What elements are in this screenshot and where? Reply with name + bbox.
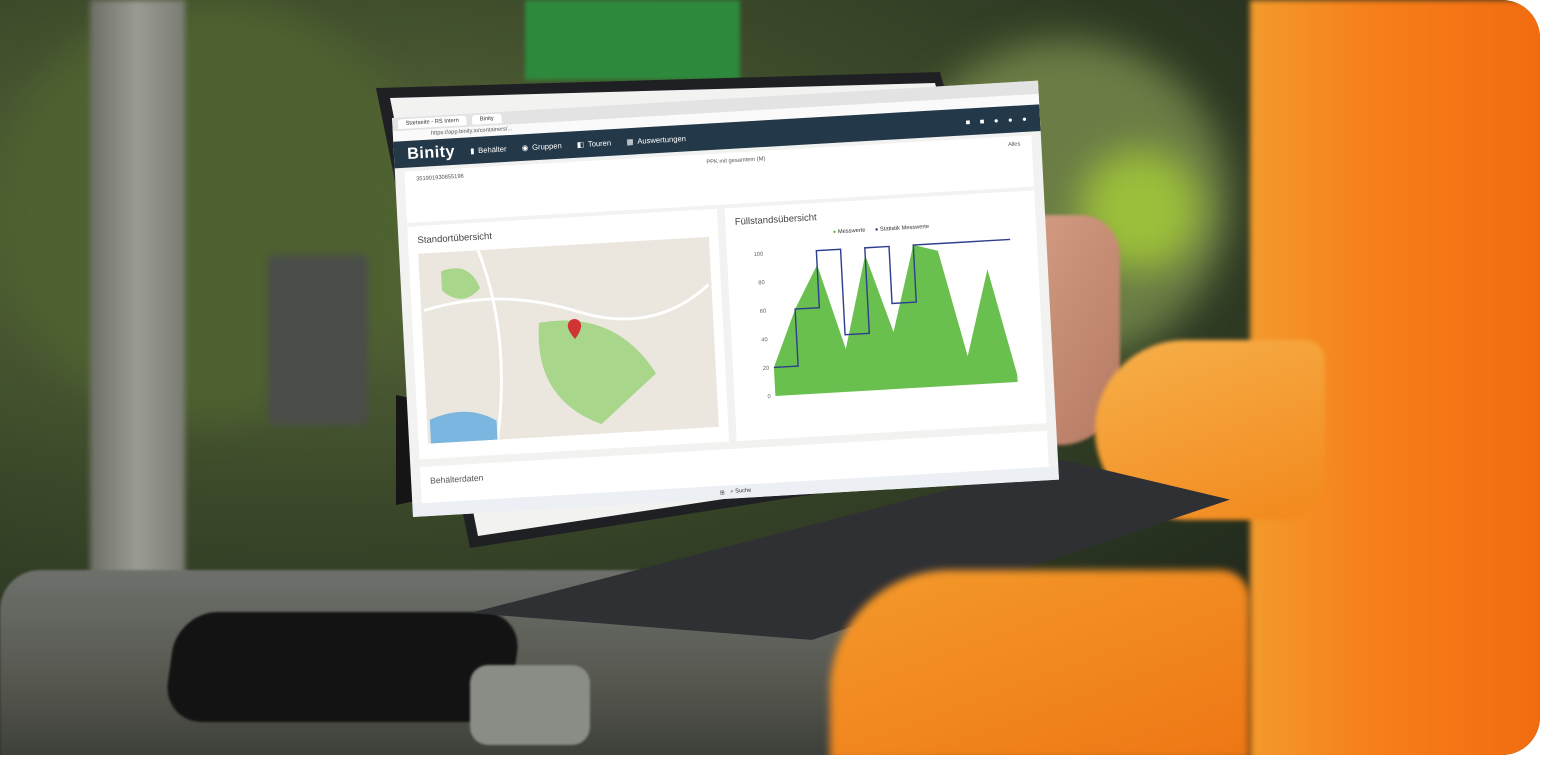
nav-icons: ■ ■ ● ● ● [965,114,1026,126]
outdoor-scene: Startseite - RS Intern Binity https://ap… [0,0,1540,755]
bin-icon: ▮ [469,146,475,155]
nav-item-behaelter[interactable]: ▮ Behälter [470,144,507,155]
nav-item-auswertungen[interactable]: ▦ Auswertungen [626,134,686,146]
dashboard-cards: Standortübersicht Füllstandsübersicht ● … [398,190,1056,460]
group-icon: ◉ [521,142,529,152]
series-area-messwerte [773,245,1018,396]
container-id: 351901930855196 [416,173,464,183]
laptop-screen-ui: Startseite - RS Intern Binity https://ap… [392,80,1059,517]
route-icon: ◧ [576,139,585,149]
nav-item-label: Touren [587,138,612,149]
folder-icon[interactable]: ■ [980,117,985,126]
brand-logo[interactable]: Binity [407,142,456,164]
y-tick-label: 100 [754,252,764,259]
y-tick-label: 20 [763,366,770,372]
browser-tab[interactable]: Binity [471,113,502,125]
chart-icon: ▦ [626,136,634,146]
nav-item-label: Auswertungen [637,133,687,146]
browser-tab-label: Binity [479,115,494,123]
browser-tab-label: Startseite - RS Intern [405,117,460,127]
user-icon[interactable]: ● [1022,114,1027,123]
y-tick-label: 40 [761,337,768,343]
y-tick-label: 80 [758,280,765,286]
windows-start-icon[interactable]: ⊞ [720,489,725,496]
fill-level-card: Füllstandsübersicht ● Messwerte ● Statis… [724,190,1047,442]
nav-item-label: Gruppen [531,141,562,152]
container-material: PPK mit gesamtem (M) [706,156,766,166]
taskbar-search[interactable]: ⌕ Suche [730,487,751,495]
location-map[interactable] [418,236,719,444]
fill-level-chart: 0 20 40 60 80 100 [754,238,1018,400]
container-schedule: Alles [1007,141,1021,149]
settings-icon[interactable]: ● [1008,115,1013,124]
jacket-sleeve [830,570,1250,755]
nav-item-label: Behälter [477,144,507,155]
location-card: Standortübersicht [407,208,730,460]
truck-icon[interactable]: ■ [965,117,970,126]
map-graphic [423,249,710,444]
nav-item-gruppen[interactable]: ◉ Gruppen [521,141,561,152]
container-data-title: Behälterdaten [429,472,484,486]
nav-item-touren[interactable]: ◧ Touren [577,138,612,149]
y-tick-label: 0 [767,394,770,400]
bell-icon[interactable]: ● [994,116,999,125]
y-tick-label: 60 [760,309,767,315]
